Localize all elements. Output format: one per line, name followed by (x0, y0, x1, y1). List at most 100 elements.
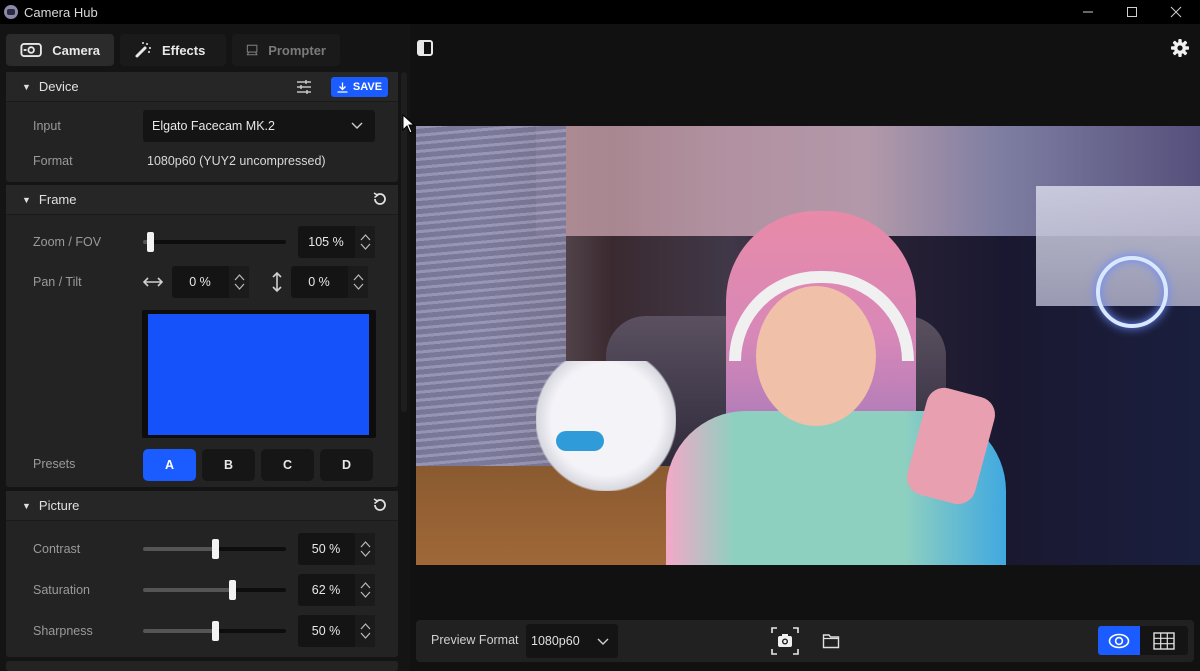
download-icon (337, 82, 348, 93)
sharpness-slider[interactable] (143, 621, 286, 641)
slider-thumb[interactable] (211, 621, 219, 641)
mouse-cursor-icon (402, 114, 416, 134)
zoom-stepper[interactable]: 105 % (298, 226, 375, 258)
snapshot-camera-icon[interactable] (770, 626, 800, 656)
chevron-down-icon[interactable] (360, 549, 371, 558)
preset-b-button[interactable]: B (202, 449, 255, 481)
window-title: Camera Hub (24, 4, 98, 20)
slider-fill (143, 629, 215, 633)
next-section-collapsed (6, 661, 398, 671)
device-section-header[interactable]: ▼ Device SAVE (6, 72, 398, 102)
tab-prompter[interactable]: Prompter (232, 34, 340, 66)
sharpness-value[interactable]: 50 % (298, 615, 354, 647)
stepper-buttons (229, 266, 249, 298)
contrast-label: Contrast (33, 542, 81, 556)
slider-thumb[interactable] (228, 580, 236, 600)
tilt-stepper[interactable]: 0 % (291, 266, 368, 298)
slider-thumb[interactable] (211, 539, 219, 559)
pan-tilt-label: Pan / Tilt (33, 275, 82, 289)
tab-effects[interactable]: Effects (120, 34, 226, 66)
contrast-value[interactable]: 50 % (298, 533, 354, 565)
close-icon (1170, 6, 1182, 18)
zoom-value[interactable]: 105 % (298, 226, 354, 258)
pan-stepper[interactable]: 0 % (172, 266, 249, 298)
picture-section-header[interactable]: ▼ Picture (6, 491, 398, 521)
view-mode-toggle (1098, 626, 1188, 655)
tab-label: Prompter (268, 42, 326, 58)
reset-icon[interactable] (372, 191, 388, 207)
folder-icon[interactable] (822, 633, 840, 649)
chevron-down-icon[interactable] (353, 282, 364, 291)
stepper-buttons (355, 226, 375, 258)
close-button[interactable] (1156, 0, 1196, 24)
zoom-row: Zoom / FOV 105 % (6, 226, 398, 258)
reset-icon[interactable] (372, 497, 388, 513)
frame-section-header[interactable]: ▼ Frame (6, 185, 398, 215)
slider-fill (143, 547, 215, 551)
preset-c-button[interactable]: C (261, 449, 314, 481)
saturation-value[interactable]: 62 % (298, 574, 354, 606)
app-logo-icon (4, 5, 18, 19)
zoom-slider[interactable] (143, 232, 286, 252)
vertical-arrows-icon (272, 271, 282, 293)
magic-wand-icon (135, 42, 151, 58)
camera-preview (416, 126, 1200, 565)
saturation-row: Saturation 62 % (6, 574, 398, 606)
gear-icon[interactable] (1170, 38, 1190, 58)
preset-buttons: A B C D (143, 449, 373, 481)
preview-format-value: 1080p60 (531, 634, 580, 648)
slider-thumb[interactable] (147, 232, 155, 252)
preview-view-button[interactable] (1098, 626, 1140, 655)
section-title: Device (38, 79, 79, 94)
chevron-up-icon[interactable] (360, 233, 371, 242)
chevron-down-icon[interactable] (360, 590, 371, 599)
sharpness-row: Sharpness 50 % (6, 615, 398, 647)
preset-d-button[interactable]: D (320, 449, 373, 481)
grid-view-button[interactable] (1140, 626, 1188, 655)
preset-a-button[interactable]: A (143, 449, 196, 481)
horizontal-arrows-icon (142, 277, 164, 287)
toggle-sidebar-icon[interactable] (417, 40, 433, 56)
tilt-value[interactable]: 0 % (291, 266, 347, 298)
tab-label: Camera (52, 42, 100, 58)
chevron-down-icon[interactable] (360, 631, 371, 640)
tab-camera[interactable]: Camera (6, 34, 114, 66)
preview-area: Preview Format 1080p60 (410, 24, 1200, 671)
input-device-select[interactable]: Elgato Facecam MK.2 (143, 110, 375, 142)
neon-logo-sign (1096, 256, 1168, 328)
maximize-button[interactable] (1112, 0, 1152, 24)
chevron-down-icon[interactable] (360, 242, 371, 251)
chevron-up-icon[interactable] (353, 273, 364, 282)
input-row: Input Elgato Facecam MK.2 (6, 110, 398, 142)
minimize-icon (1083, 11, 1093, 13)
penguin-plush (536, 361, 676, 491)
chevron-up-icon[interactable] (360, 581, 371, 590)
saturation-stepper[interactable]: 62 % (298, 574, 375, 606)
preview-format-label: Preview Format (431, 633, 519, 647)
chevron-down-icon[interactable] (234, 282, 245, 291)
chevron-down-icon (597, 638, 609, 645)
chevron-up-icon[interactable] (234, 273, 245, 282)
device-section: ▼ Device SAVE Input Elgato Facecam MK.2 … (6, 72, 398, 182)
settings-sliders-icon[interactable] (296, 79, 312, 95)
contrast-slider[interactable] (143, 539, 286, 559)
sharpness-stepper[interactable]: 50 % (298, 615, 375, 647)
saturation-slider[interactable] (143, 580, 286, 600)
pan-tilt-row: Pan / Tilt 0 % 0 % (6, 266, 398, 298)
chevron-up-icon[interactable] (360, 622, 371, 631)
frame-position-pad[interactable] (142, 310, 376, 438)
preview-format-select[interactable]: 1080p60 (526, 624, 618, 658)
section-title: Frame (38, 192, 77, 207)
pan-value[interactable]: 0 % (172, 266, 228, 298)
frame-region[interactable] (148, 314, 369, 435)
save-button[interactable]: SAVE (331, 77, 388, 97)
stepper-buttons (355, 615, 375, 647)
contrast-row: Contrast 50 % (6, 533, 398, 565)
collapse-caret-icon: ▼ (22, 81, 31, 92)
stepper-buttons (355, 574, 375, 606)
contrast-stepper[interactable]: 50 % (298, 533, 375, 565)
chevron-up-icon[interactable] (360, 540, 371, 549)
minimize-button[interactable] (1068, 0, 1108, 24)
input-label: Input (33, 119, 61, 133)
maximize-icon (1127, 7, 1137, 17)
